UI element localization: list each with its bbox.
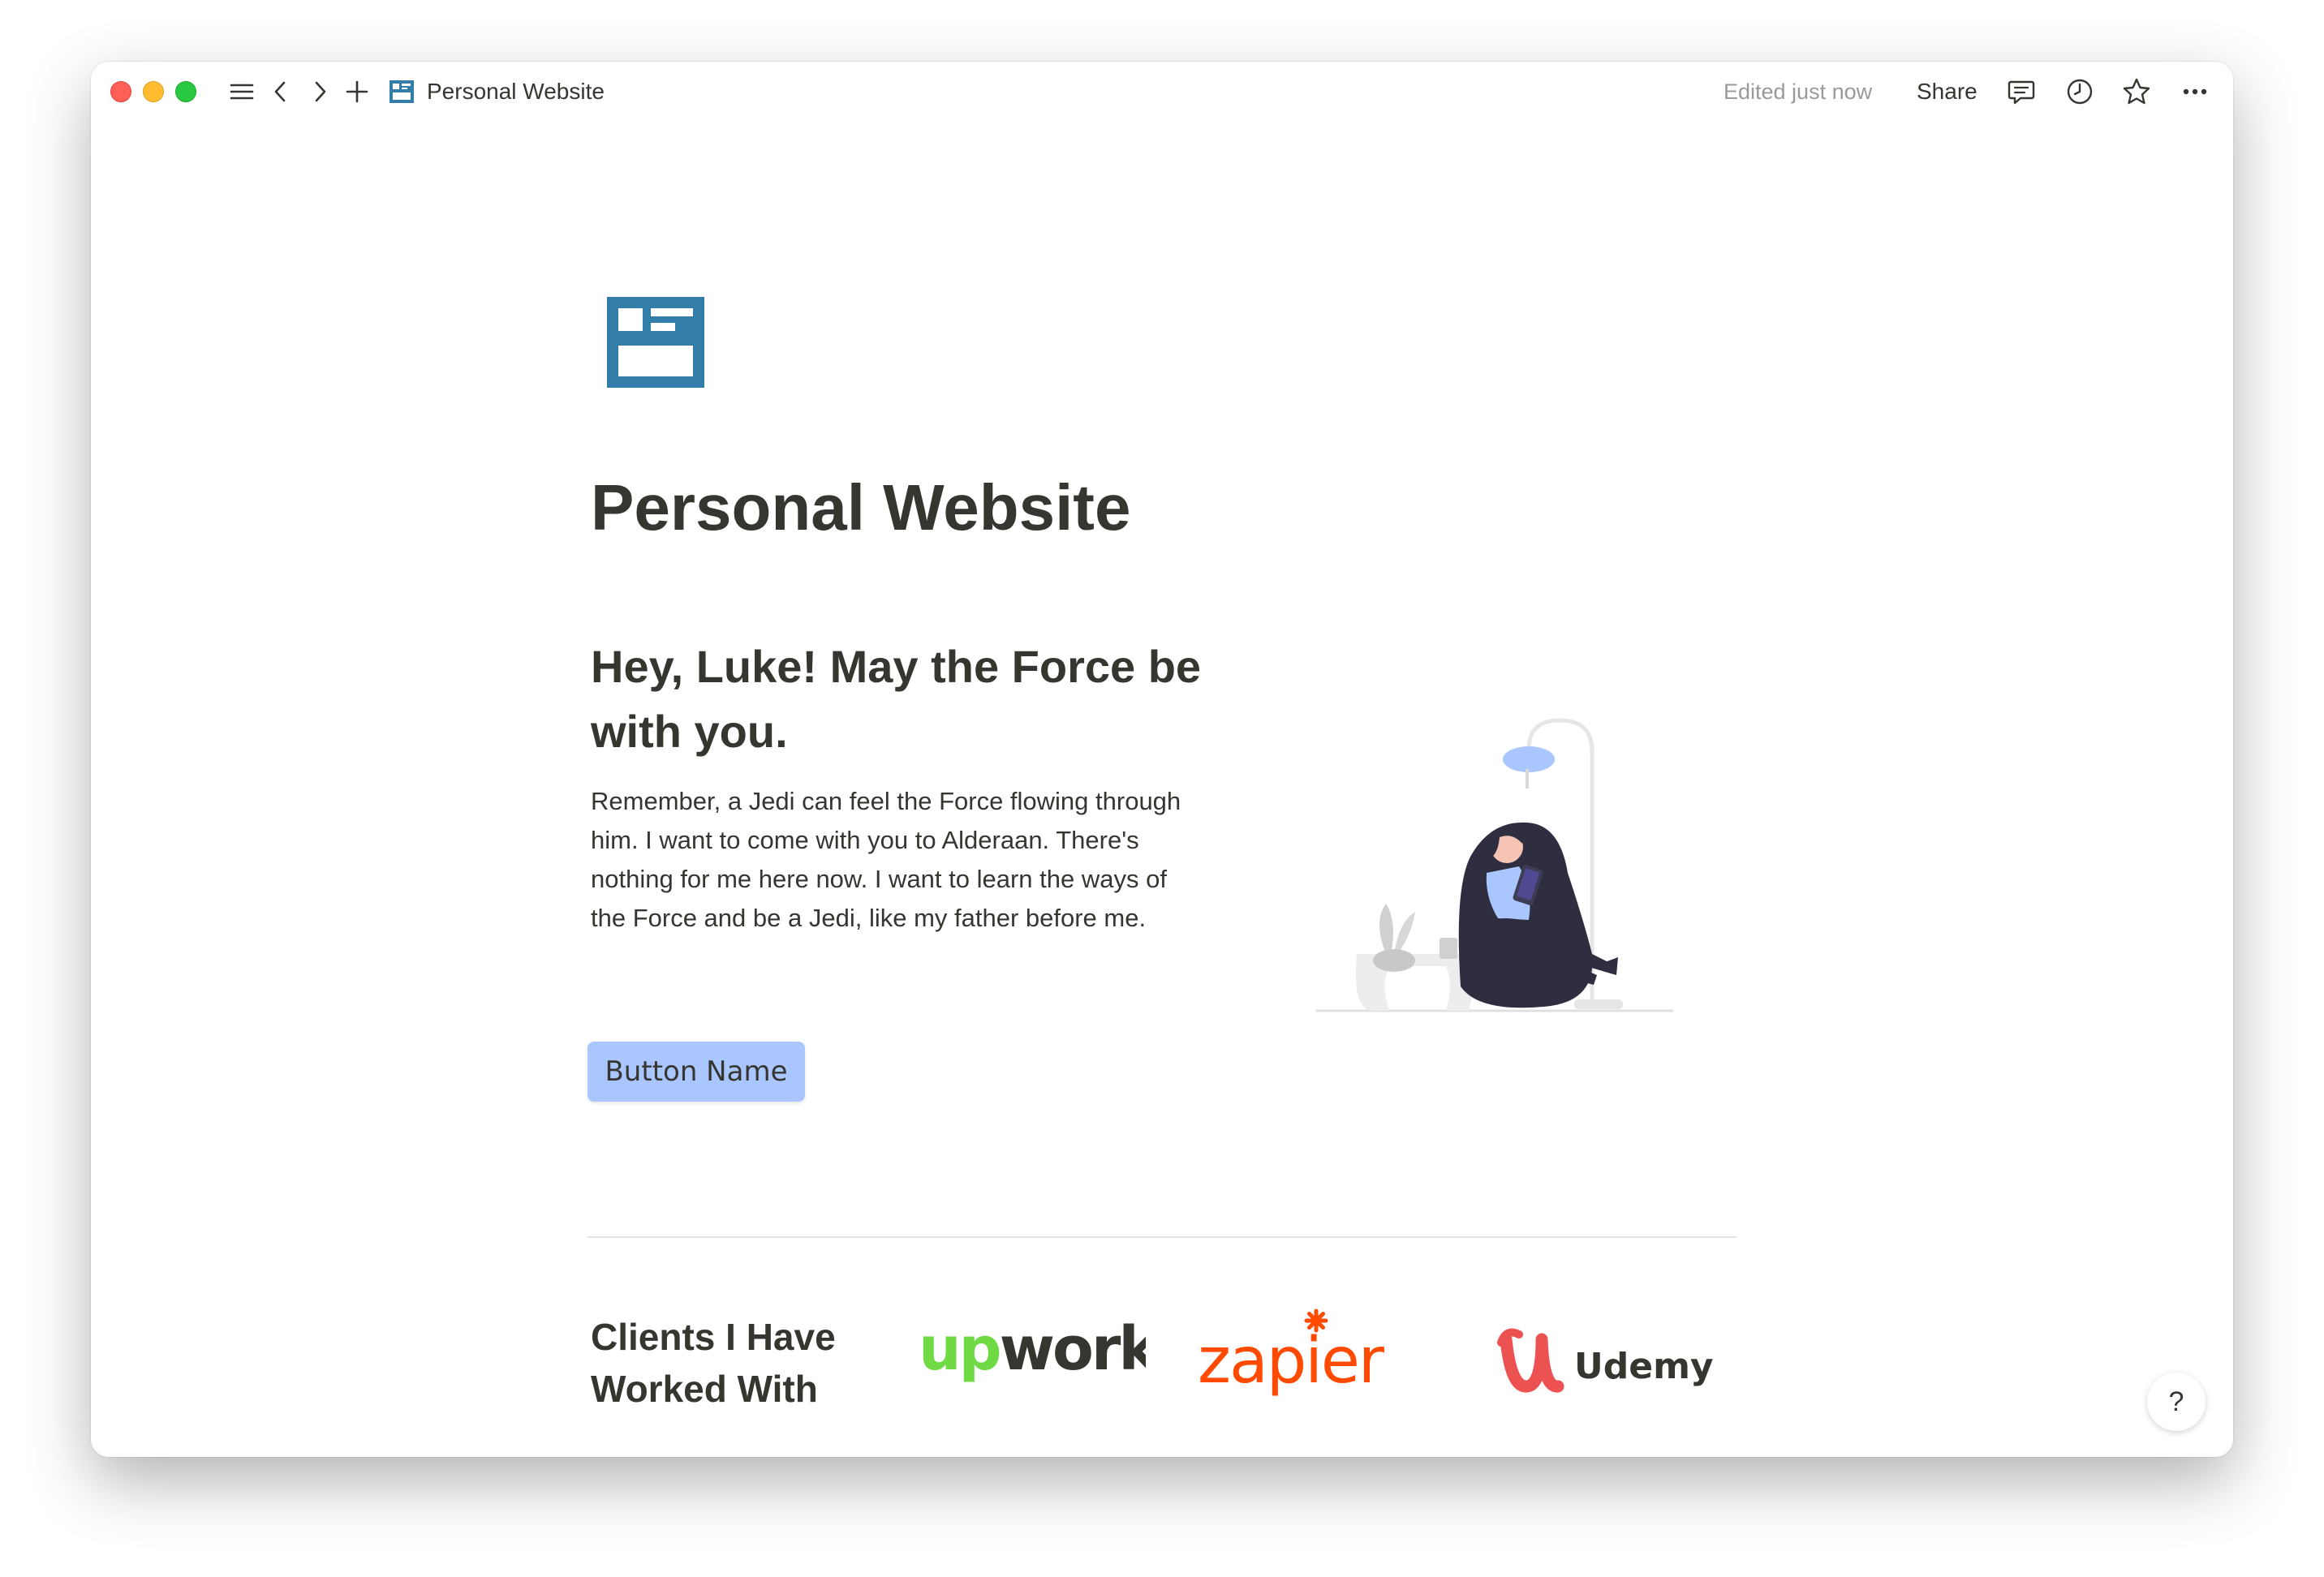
website-layout-icon[interactable] (607, 297, 704, 388)
share-button[interactable]: Share (1917, 76, 1978, 107)
forward-icon[interactable] (305, 78, 334, 105)
page-title[interactable]: Personal Website (591, 467, 1130, 548)
page-icon[interactable] (388, 78, 415, 105)
app-window: Personal Website Edited just now Share P… (91, 62, 2233, 1457)
edited-status: Edited just now (1724, 79, 1873, 104)
menu-icon[interactable] (227, 78, 256, 105)
upwork-logo: upwork (919, 1311, 1162, 1400)
comment-icon[interactable] (2006, 76, 2037, 107)
udemy-logo: Udemy (1495, 1323, 1714, 1404)
back-icon[interactable] (266, 78, 295, 105)
close-window-button[interactable] (110, 81, 131, 102)
top-bar: Personal Website Edited just now Share (91, 62, 2233, 136)
hero-body-text[interactable]: Remember, a Jedi can feel the Force flow… (591, 782, 1207, 938)
udemy-logo-text: Udemy (1574, 1346, 1714, 1387)
breadcrumb-page-title[interactable]: Personal Website (427, 76, 605, 107)
clock-icon[interactable] (2064, 76, 2095, 107)
more-icon[interactable] (2180, 76, 2210, 107)
plus-icon[interactable] (342, 78, 372, 105)
hero-heading[interactable]: Hey, Luke! May the Force be with you. (591, 634, 1207, 764)
zapier-logo: zapier (1194, 1303, 1405, 1408)
person-reading-illustration (1316, 678, 1698, 1019)
star-icon[interactable] (2121, 76, 2152, 107)
minimize-window-button[interactable] (143, 81, 164, 102)
upwork-logo-text: upwork (919, 1314, 1146, 1384)
zapier-logo-text: zapier (1198, 1325, 1385, 1398)
help-button[interactable]: ? (2147, 1373, 2206, 1431)
maximize-window-button[interactable] (175, 81, 196, 102)
cta-button[interactable]: Button Name (587, 1042, 805, 1102)
section-divider (587, 1236, 1737, 1238)
clients-heading[interactable]: Clients I Have Worked With (591, 1311, 867, 1415)
